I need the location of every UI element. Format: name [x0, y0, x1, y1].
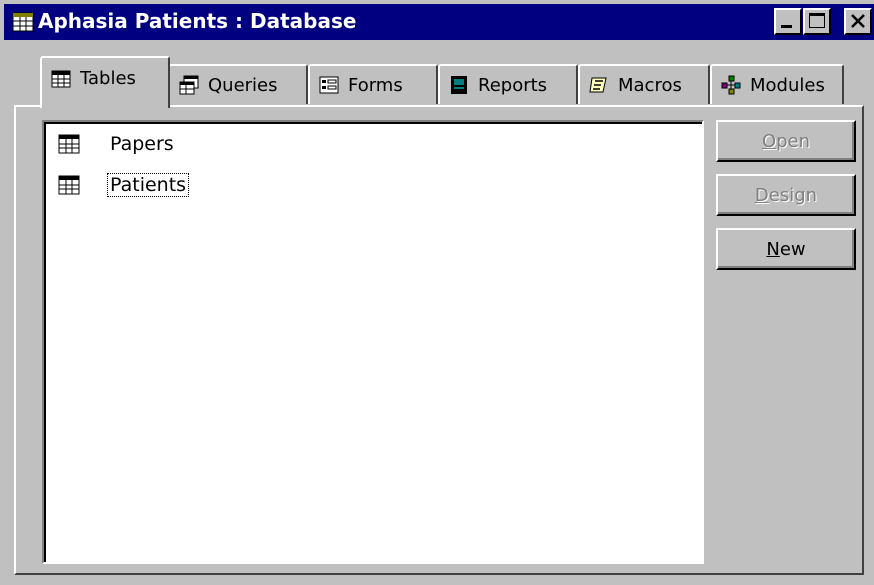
tab-label: Reports [478, 74, 548, 96]
tab-label: Queries [208, 74, 278, 96]
tab-modules[interactable]: Modules [710, 64, 844, 104]
window-title: Aphasia Patients : Database [38, 9, 357, 33]
open-button[interactable]: Open [716, 120, 856, 162]
object-tab-strip: Tables Queries Forms Reports Macros Modu… [14, 56, 844, 108]
database-window: Aphasia Patients : Database Tables Queri… [0, 0, 874, 585]
close-icon [851, 14, 865, 28]
table-icon [51, 70, 71, 88]
open-button-label: Open [761, 130, 811, 152]
tab-label: Macros [618, 74, 682, 96]
table-icon [58, 134, 80, 154]
tab-label: Modules [750, 74, 825, 96]
database-icon [12, 12, 34, 32]
minimize-icon [781, 25, 792, 28]
tab-label: Forms [348, 74, 403, 96]
design-button-label: Design [754, 184, 818, 206]
title-bar[interactable]: Aphasia Patients : Database [4, 4, 874, 40]
object-list[interactable]: Papers Patients [42, 120, 704, 564]
table-icon [58, 175, 80, 195]
macro-icon [589, 77, 607, 93]
query-icon [179, 75, 199, 95]
maximize-icon [809, 13, 825, 28]
tab-tables[interactable]: Tables [40, 56, 170, 108]
module-icon [721, 75, 741, 95]
tab-panel-tables: Papers Patients Open Design New [14, 105, 864, 575]
maximize-button[interactable] [803, 8, 831, 35]
report-icon [451, 76, 467, 94]
tab-reports[interactable]: Reports [438, 64, 578, 104]
tab-forms[interactable]: Forms [308, 64, 438, 104]
minimize-button[interactable] [774, 8, 802, 35]
new-button-label: New [766, 238, 806, 260]
list-item-patients[interactable]: Patients [58, 171, 190, 199]
design-button[interactable]: Design [716, 174, 856, 216]
list-item-label: Papers [110, 133, 174, 155]
form-icon [319, 76, 339, 94]
tab-macros[interactable]: Macros [578, 64, 710, 104]
close-button[interactable] [844, 8, 872, 35]
list-item-label: Patients [106, 173, 190, 197]
tab-label: Tables [80, 68, 136, 89]
list-item-papers[interactable]: Papers [58, 130, 176, 158]
new-button[interactable]: New [716, 228, 856, 270]
tab-queries[interactable]: Queries [168, 64, 308, 104]
